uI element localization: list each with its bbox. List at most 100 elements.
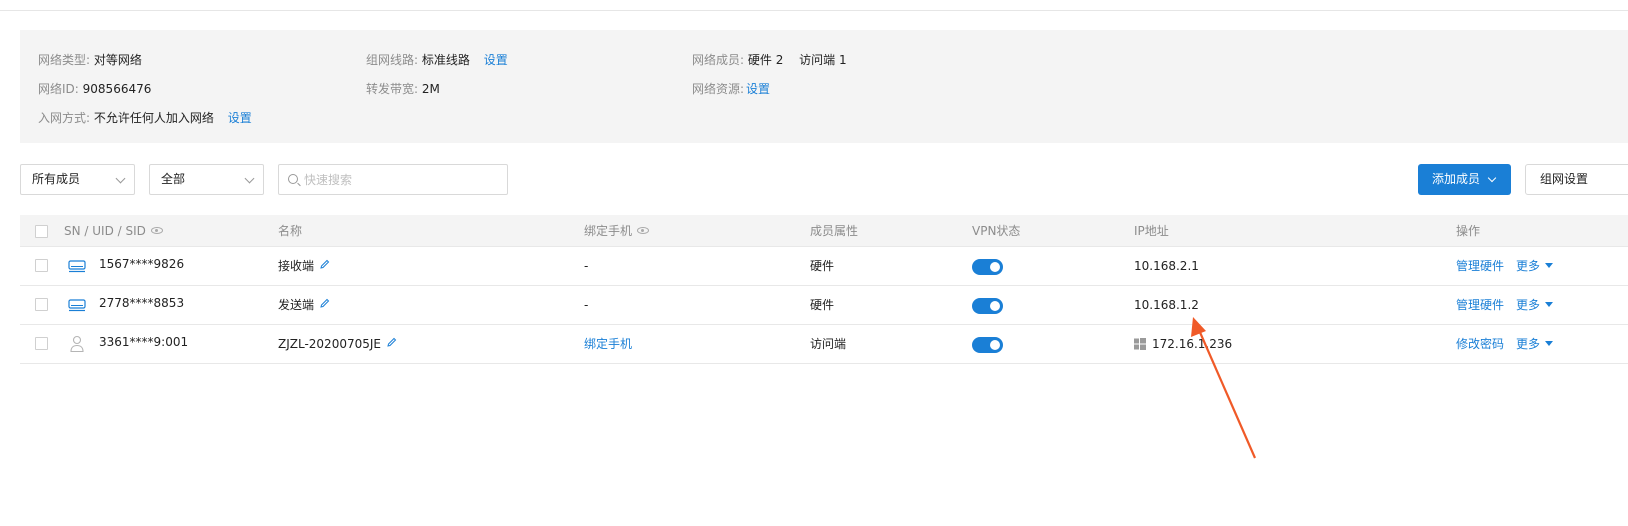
- row-checkbox[interactable]: [35, 298, 48, 311]
- bind-phone-link[interactable]: 绑定手机: [584, 325, 632, 364]
- join-method: 入网方式: 不允许任何人加入网络 设置: [38, 109, 252, 126]
- member-filter-value: 所有成员: [32, 172, 81, 186]
- network-settings-button[interactable]: 组网设置: [1525, 164, 1628, 195]
- row-name-text: 接收端: [278, 259, 315, 273]
- resources-label: 网络资源:: [692, 82, 745, 96]
- header-name: 名称: [278, 224, 303, 238]
- row-phone: -: [584, 259, 589, 273]
- manage-hardware-link[interactable]: 管理硬件: [1456, 247, 1504, 286]
- row-name-text: 发送端: [278, 298, 315, 312]
- header-phone-label: 绑定手机: [584, 224, 633, 238]
- windows-icon: [1134, 338, 1146, 350]
- eye-icon[interactable]: [150, 227, 163, 234]
- join-method-value: 不允许任何人加入网络: [93, 111, 214, 125]
- more-dropdown[interactable]: 更多: [1516, 325, 1554, 364]
- row-phone: -: [584, 298, 589, 312]
- more-label: 更多: [1516, 259, 1541, 273]
- resources-settings-link[interactable]: 设置: [746, 82, 770, 96]
- add-member-label: 添加成员: [1432, 172, 1481, 186]
- add-member-button[interactable]: 添加成员: [1418, 164, 1511, 195]
- route-label: 组网线路:: [366, 53, 419, 67]
- row-ip: 10.168.1.2: [1134, 298, 1199, 312]
- more-dropdown[interactable]: 更多: [1516, 247, 1554, 286]
- manage-hardware-link[interactable]: 管理硬件: [1456, 286, 1504, 325]
- network-type-value: 对等网络: [93, 53, 142, 67]
- chevron-down-icon: [115, 173, 126, 184]
- caret-down-icon: [1545, 263, 1554, 268]
- table-row: 1567****9826 接收端 - 硬件 10.168.2.1 管理硬件 更多: [20, 247, 1628, 286]
- status-filter-select[interactable]: 全部: [149, 164, 264, 195]
- row-sn: 3361****9:001: [99, 335, 189, 349]
- chevron-down-icon: [1487, 173, 1497, 183]
- row-member-attr: 访问端: [810, 337, 847, 351]
- bandwidth: 转发带宽: 2M: [366, 80, 440, 97]
- search-input[interactable]: [304, 165, 499, 194]
- status-filter-value: 全部: [161, 172, 186, 186]
- vpn-toggle[interactable]: [972, 337, 1003, 353]
- join-method-label: 入网方式:: [38, 111, 91, 125]
- row-ip: 172.16.1.236: [1152, 337, 1233, 351]
- row-member-attr: 硬件: [810, 259, 835, 273]
- row-name: 接收端: [278, 247, 330, 286]
- route-value: 标准线路: [421, 53, 470, 67]
- row-name: 发送端: [278, 286, 330, 325]
- members-label: 网络成员:: [692, 53, 745, 67]
- device-icon: [68, 260, 86, 273]
- header-sn-label: SN / UID / SID: [64, 224, 146, 238]
- pencil-icon[interactable]: [319, 298, 330, 309]
- row-name: ZJZL-20200705JE: [278, 325, 397, 364]
- network-id-label: 网络ID:: [38, 82, 79, 96]
- more-label: 更多: [1516, 298, 1541, 312]
- member-filter-select[interactable]: 所有成员: [20, 164, 135, 195]
- members-hardware-count: 硬件 2: [747, 53, 784, 67]
- search-box: [278, 164, 508, 195]
- eye-icon[interactable]: [637, 227, 650, 234]
- row-sn: 1567****9826: [99, 257, 185, 271]
- row-checkbox[interactable]: [35, 337, 48, 350]
- vpn-toggle[interactable]: [972, 259, 1003, 275]
- table-row: 2778****8853 发送端 - 硬件 10.168.1.2 管理硬件 更多: [20, 286, 1628, 325]
- row-checkbox[interactable]: [35, 259, 48, 272]
- bandwidth-value: 2M: [421, 82, 440, 96]
- device-icon: [68, 299, 86, 312]
- change-password-link[interactable]: 修改密码: [1456, 325, 1504, 364]
- network-id: 网络ID: 908566476: [38, 80, 151, 97]
- header-vpn-status: VPN状态: [972, 224, 1021, 238]
- network-type-label: 网络类型:: [38, 53, 91, 67]
- header-sn: SN / UID / SID: [64, 215, 163, 247]
- top-divider: [0, 10, 1628, 11]
- search-icon: [288, 174, 298, 184]
- row-sn: 2778****8853: [99, 296, 185, 310]
- caret-down-icon: [1545, 341, 1554, 346]
- bandwidth-label: 转发带宽:: [366, 82, 419, 96]
- members-visitor-count: 访问端 1: [799, 53, 847, 67]
- header-ip: IP地址: [1134, 224, 1169, 238]
- vpn-toggle[interactable]: [972, 298, 1003, 314]
- user-icon: [70, 335, 84, 353]
- table-row: 3361****9:001 ZJZL-20200705JE 绑定手机 访问端 1…: [20, 325, 1628, 364]
- header-phone: 绑定手机: [584, 215, 650, 247]
- row-name-text: ZJZL-20200705JE: [278, 337, 381, 351]
- table-header: SN / UID / SID 名称 绑定手机 成员属性 VPN状态 IP地址 操…: [20, 215, 1628, 247]
- more-label: 更多: [1516, 337, 1541, 351]
- join-method-settings-link[interactable]: 设置: [228, 111, 252, 125]
- select-all-checkbox[interactable]: [35, 225, 48, 238]
- caret-down-icon: [1545, 302, 1554, 307]
- header-member-attr: 成员属性: [810, 224, 859, 238]
- pencil-icon[interactable]: [319, 259, 330, 270]
- chevron-down-icon: [244, 173, 255, 184]
- pencil-icon[interactable]: [386, 337, 397, 348]
- row-ip: 10.168.2.1: [1134, 259, 1199, 273]
- row-ip-cell: 172.16.1.236: [1134, 325, 1254, 364]
- resources: 网络资源: 设置: [692, 80, 770, 97]
- row-member-attr: 硬件: [810, 298, 835, 312]
- network-id-value: 908566476: [82, 82, 152, 96]
- network-info-panel: 网络类型: 对等网络 网络ID: 908566476 入网方式: 不允许任何人加…: [20, 30, 1628, 143]
- header-actions: 操作: [1456, 224, 1481, 238]
- more-dropdown[interactable]: 更多: [1516, 286, 1554, 325]
- network-type: 网络类型: 对等网络: [38, 51, 142, 68]
- network-settings-label: 组网设置: [1540, 172, 1589, 186]
- members: 网络成员: 硬件 2 访问端 1: [692, 51, 847, 68]
- route-settings-link[interactable]: 设置: [484, 53, 508, 67]
- route: 组网线路: 标准线路 设置: [366, 51, 508, 68]
